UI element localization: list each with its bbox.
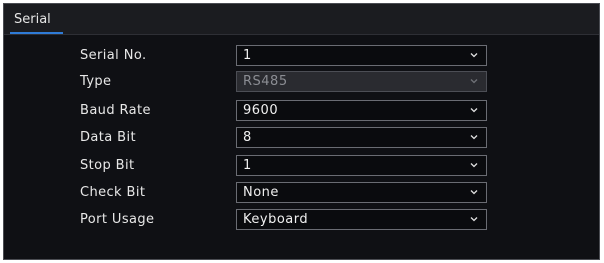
- row-stop-bit: Stop Bit 1: [4, 154, 599, 178]
- stop-bit-select[interactable]: 1: [236, 155, 487, 176]
- check-bit-select[interactable]: None: [236, 182, 487, 203]
- port-usage-value: Keyboard: [243, 212, 309, 227]
- tab-serial[interactable]: Serial: [10, 10, 63, 34]
- check-bit-value: None: [243, 185, 279, 200]
- stop-bit-label: Stop Bit: [80, 158, 135, 173]
- baud-rate-select[interactable]: 9600: [236, 100, 487, 121]
- type-label: Type: [80, 74, 112, 89]
- chevron-down-icon: [470, 188, 478, 196]
- data-bit-value: 8: [243, 130, 252, 145]
- port-usage-label: Port Usage: [80, 212, 155, 227]
- chevron-down-icon: [470, 133, 478, 141]
- row-port-usage: Port Usage Keyboard: [4, 208, 599, 232]
- tab-serial-label: Serial: [14, 12, 51, 27]
- chevron-down-icon: [470, 51, 478, 59]
- data-bit-select[interactable]: 8: [236, 127, 487, 148]
- row-serial-no: Serial No. 1: [4, 44, 599, 68]
- tab-bar: Serial: [4, 4, 599, 35]
- serial-no-select[interactable]: 1: [236, 45, 487, 66]
- chevron-down-icon: [470, 161, 478, 169]
- chevron-down-icon: [470, 106, 478, 114]
- serial-settings-panel: Serial Serial No. 1 Type RS485 Baud Rate…: [3, 3, 600, 260]
- row-type: Type RS485: [4, 70, 599, 94]
- baud-rate-label: Baud Rate: [80, 103, 151, 118]
- row-baud-rate: Baud Rate 9600: [4, 99, 599, 123]
- stop-bit-value: 1: [243, 158, 252, 173]
- chevron-down-icon: [470, 215, 478, 223]
- type-select: RS485: [236, 71, 487, 92]
- row-check-bit: Check Bit None: [4, 181, 599, 205]
- baud-rate-value: 9600: [243, 103, 279, 118]
- serial-no-value: 1: [243, 48, 252, 63]
- check-bit-label: Check Bit: [80, 185, 146, 200]
- data-bit-label: Data Bit: [80, 130, 136, 145]
- row-data-bit: Data Bit 8: [4, 126, 599, 150]
- type-value: RS485: [243, 74, 288, 89]
- active-tab-indicator: [10, 32, 63, 34]
- serial-no-label: Serial No.: [80, 48, 147, 63]
- chevron-down-icon: [470, 77, 478, 85]
- port-usage-select[interactable]: Keyboard: [236, 209, 487, 230]
